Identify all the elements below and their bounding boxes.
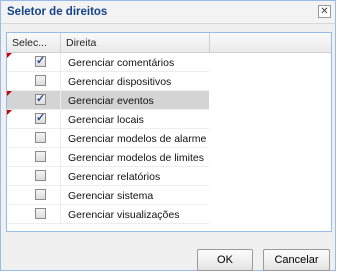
right-label: Gerenciar relatórios <box>68 171 161 183</box>
right-label: Gerenciar modelos de alarme <box>68 133 207 145</box>
table-row[interactable]: Gerenciar eventos <box>7 91 209 110</box>
right-label: Gerenciar comentários <box>68 57 175 69</box>
select-cell <box>7 129 61 147</box>
table-row[interactable]: Gerenciar visualizações <box>7 205 209 224</box>
right-checkbox[interactable] <box>35 75 46 86</box>
right-label: Gerenciar locais <box>68 114 144 126</box>
ok-button[interactable]: OK <box>197 249 253 271</box>
select-cell <box>7 205 61 223</box>
modified-marker-icon <box>7 91 12 96</box>
right-checkbox[interactable] <box>35 111 46 124</box>
right-label: Gerenciar sistema <box>68 190 154 202</box>
modified-marker-icon <box>7 110 12 115</box>
dialog-title: Seletor de direitos <box>7 6 108 18</box>
rights-selector-dialog: Seletor de direitos ✕ Selec... Direita G… <box>0 0 336 271</box>
rights-grid: Selec... Direita Gerenciar comentáriosGe… <box>6 32 332 232</box>
right-checkbox[interactable] <box>35 132 46 143</box>
select-cell <box>7 91 61 109</box>
right-label: Gerenciar dispositivos <box>68 76 172 88</box>
right-checkbox[interactable] <box>35 170 46 181</box>
cancel-button[interactable]: Cancelar <box>263 249 330 271</box>
select-cell <box>7 110 61 128</box>
select-cell <box>7 72 61 90</box>
table-row[interactable]: Gerenciar relatórios <box>7 167 209 186</box>
select-cell <box>7 148 61 166</box>
table-row[interactable]: Gerenciar locais <box>7 110 209 129</box>
select-cell <box>7 167 61 185</box>
right-label: Gerenciar modelos de limites <box>68 152 204 164</box>
right-checkbox[interactable] <box>35 208 46 219</box>
close-icon[interactable]: ✕ <box>318 5 331 18</box>
select-cell <box>7 53 61 71</box>
table-row[interactable]: Gerenciar sistema <box>7 186 209 205</box>
select-cell <box>7 186 61 204</box>
table-row[interactable]: Gerenciar modelos de alarme <box>7 129 209 148</box>
dialog-body: Selec... Direita Gerenciar comentáriosGe… <box>1 24 335 271</box>
right-label: Gerenciar eventos <box>68 95 154 107</box>
right-checkbox[interactable] <box>35 92 46 105</box>
column-header-select[interactable]: Selec... <box>7 33 61 52</box>
table-row[interactable]: Gerenciar comentários <box>7 53 209 72</box>
right-checkbox[interactable] <box>35 189 46 200</box>
table-row[interactable]: Gerenciar dispositivos <box>7 72 209 91</box>
dialog-titlebar[interactable]: Seletor de direitos ✕ <box>1 1 335 24</box>
right-checkbox[interactable] <box>35 54 46 67</box>
right-checkbox[interactable] <box>35 151 46 162</box>
modified-marker-icon <box>7 53 12 58</box>
table-row[interactable]: Gerenciar modelos de limites <box>7 148 209 167</box>
right-label: Gerenciar visualizações <box>68 209 180 221</box>
grid-header: Selec... Direita <box>7 33 331 53</box>
grid-rows: Gerenciar comentários Gerenciar dispositi… <box>7 53 209 224</box>
column-header-right[interactable]: Direita <box>61 33 210 52</box>
